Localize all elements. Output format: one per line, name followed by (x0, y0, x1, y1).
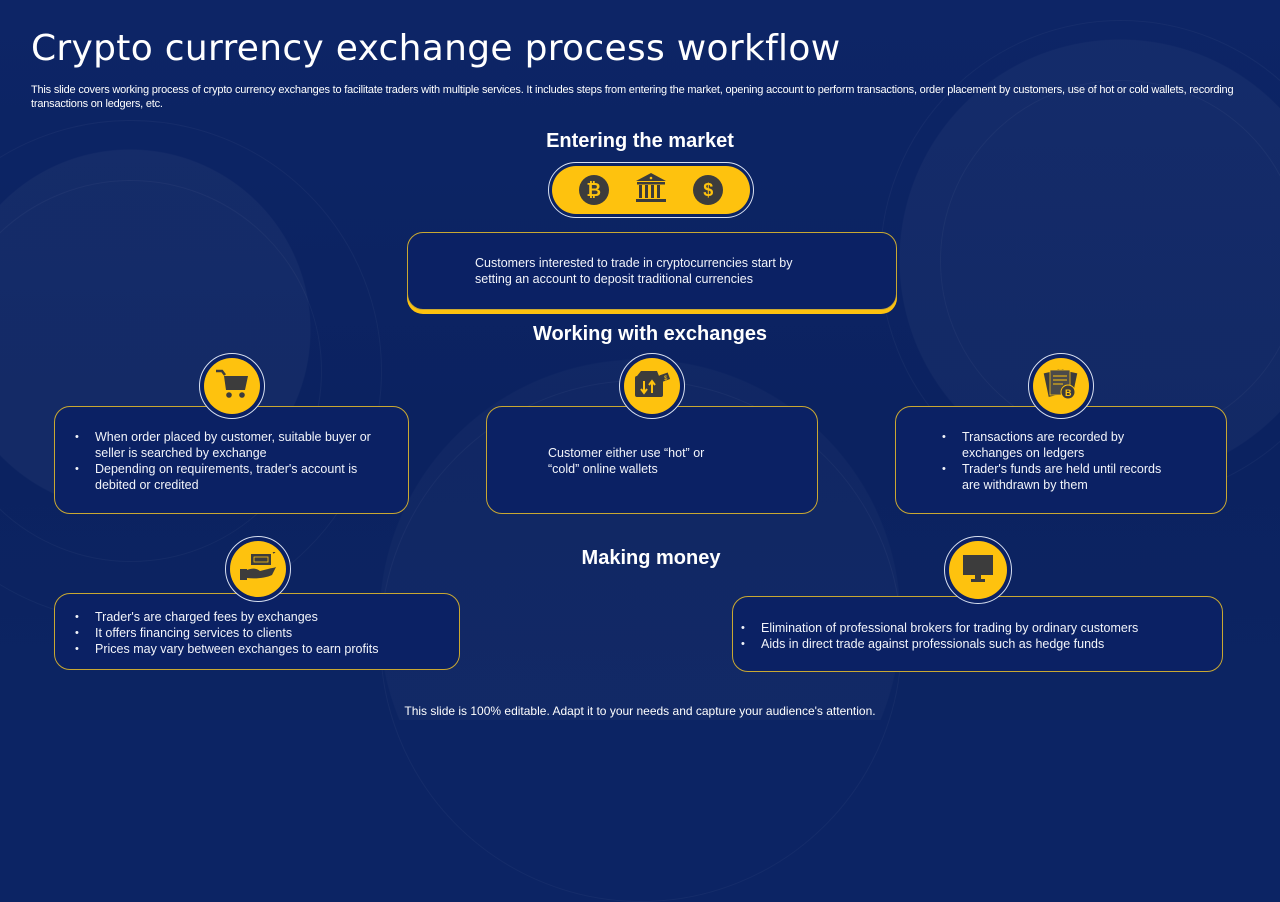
ledger-card: Transactions are recorded by exchanges o… (895, 406, 1227, 514)
entering-market-icon-pill: ₿ $ (548, 162, 754, 218)
bullet-item: Elimination of professional brokers for … (741, 620, 1202, 636)
hand-cash-icon (238, 550, 278, 587)
slide-footer: This slide is 100% editable. Adapt it to… (404, 704, 876, 718)
background-coin-ring (940, 80, 1280, 442)
ledger-bitcoin-icon: B (1043, 367, 1079, 406)
wallets-text: Customer either use “hot” or “cold” onli… (548, 446, 705, 476)
brokers-card: Elimination of professional brokers for … (732, 596, 1223, 672)
heading-making-money: Making money (581, 547, 721, 569)
bullet-item: Transactions are recorded by exchanges o… (942, 429, 1182, 461)
svg-text:B: B (1065, 388, 1072, 398)
wallets-card: Customer either use “hot” or “cold” onli… (486, 406, 818, 514)
wallet-transfer-icon: $ (633, 369, 671, 404)
card-icon-badge (944, 536, 1012, 604)
card-icon-badge: B (1028, 353, 1094, 419)
card-icon-badge: $ (619, 353, 685, 419)
entering-market-card: Customers interested to trade in cryptoc… (407, 232, 897, 310)
monitor-icon (961, 553, 995, 588)
card-icon-badge (199, 353, 265, 419)
dollar-icon: $ (693, 175, 724, 205)
card-icon-badge (225, 536, 291, 602)
order-placement-card: When order placed by customer, suitable … (54, 406, 409, 514)
bullet-item: Depending on requirements, trader's acco… (75, 461, 388, 493)
heading-working-exchanges: Working with exchanges (532, 323, 768, 345)
bitcoin-icon: ₿ (578, 175, 609, 205)
bullet-item: It offers financing services to clients (75, 625, 439, 641)
slide-subtitle: This slide covers working process of cry… (31, 84, 1234, 110)
bullet-item: Prices may vary between exchanges to ear… (75, 641, 439, 657)
fees-card: Trader's are charged fees by exchanges I… (54, 593, 460, 670)
entering-market-text: Customers interested to trade in cryptoc… (475, 256, 793, 286)
heading-entering-market: Entering the market (546, 130, 734, 152)
shopping-cart-icon (214, 368, 250, 405)
bullet-item: Trader's funds are held until records ar… (942, 461, 1182, 493)
bullet-item: Trader's are charged fees by exchanges (75, 609, 439, 625)
bullet-item: Aids in direct trade against professiona… (741, 636, 1202, 652)
slide-title: Crypto currency exchange process workflo… (31, 28, 841, 69)
bullet-item: When order placed by customer, suitable … (75, 429, 388, 461)
bank-icon (634, 172, 668, 209)
